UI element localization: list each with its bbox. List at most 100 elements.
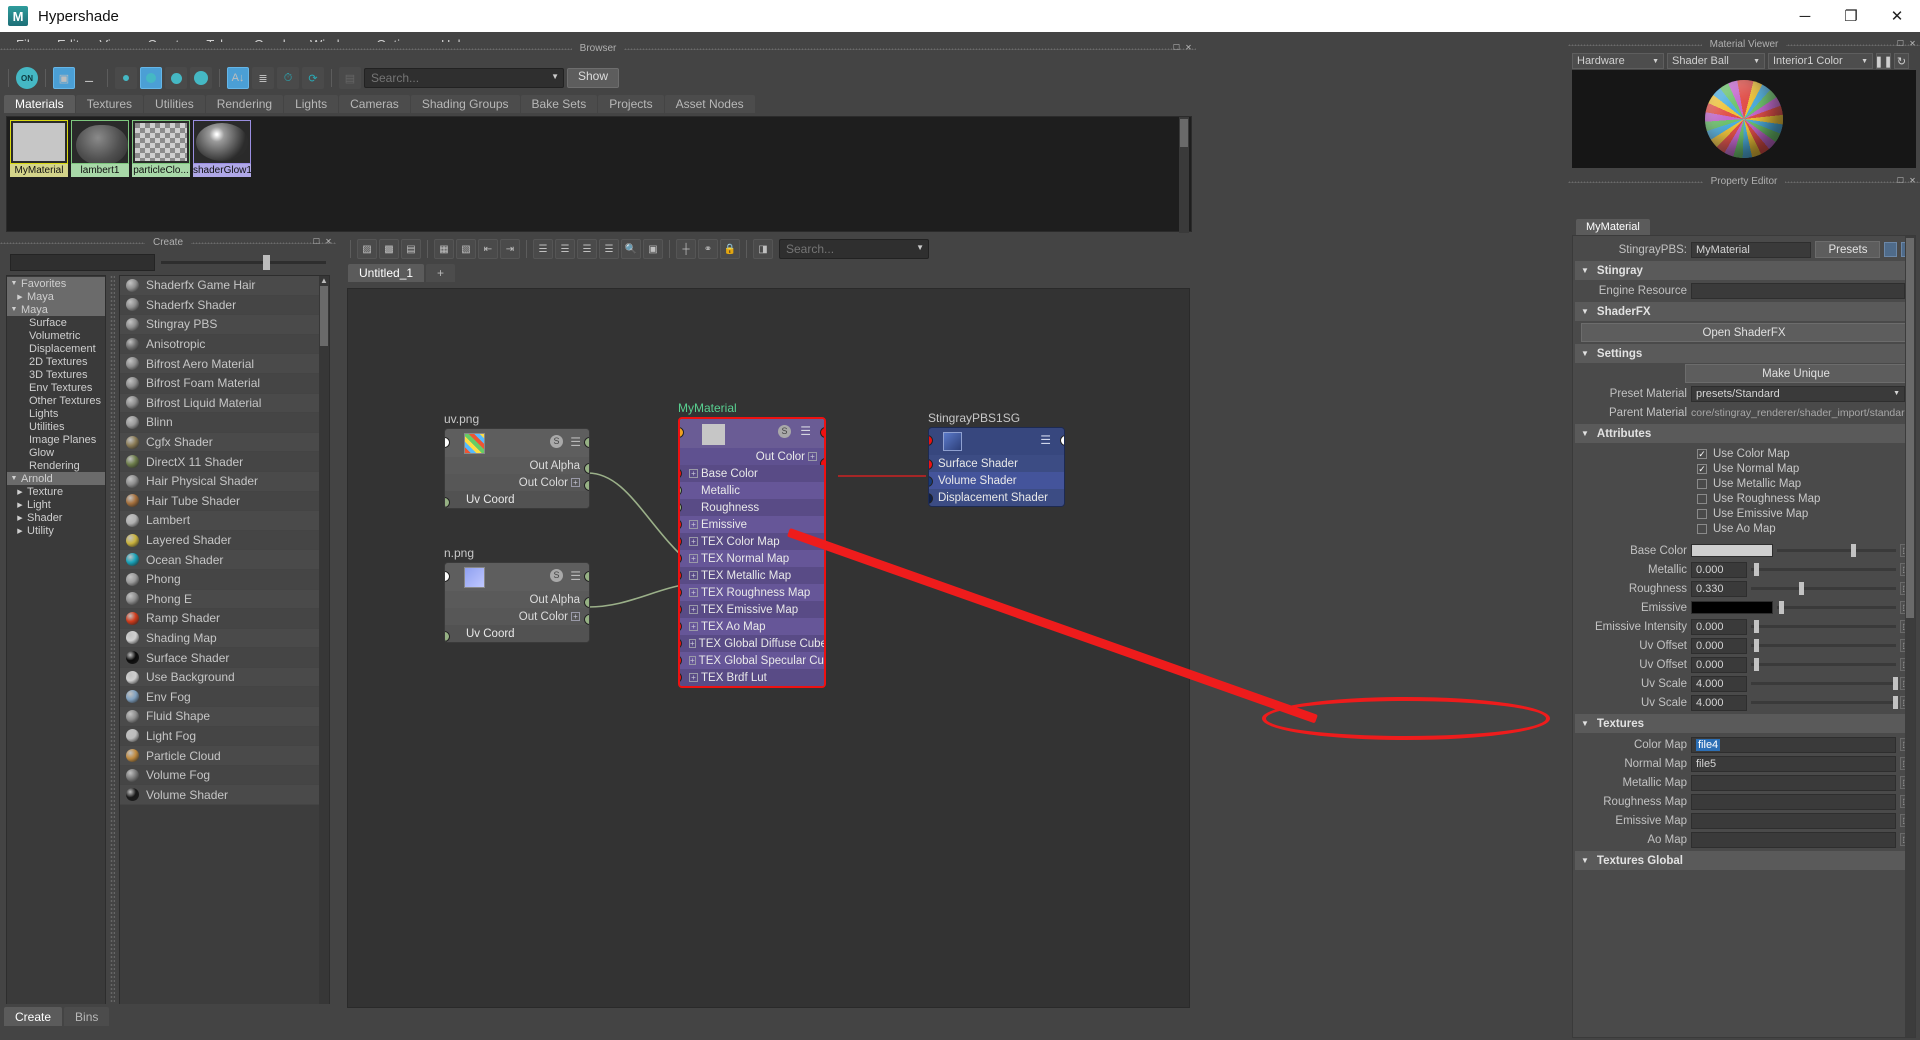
tree-node-displacement[interactable]: Displacement (7, 342, 105, 355)
node-uv-png-body[interactable]: S ☰ Out Alpha Out Color+ Uv Coord (444, 428, 590, 509)
environment-dropdown[interactable]: Interior1 Color▼ (1768, 53, 1873, 69)
browser-tab-shading-groups[interactable]: Shading Groups (411, 95, 520, 113)
create-item[interactable]: Use Background (120, 668, 329, 688)
rearrange-graph-icon[interactable]: ▦ (434, 239, 454, 259)
port-metallic[interactable] (678, 485, 682, 496)
both-connections-icon[interactable]: ▤ (401, 239, 421, 259)
mymaterial-row-tex-normal-map[interactable]: +TEX Normal Map (680, 550, 824, 567)
port-tex-normal-map[interactable] (678, 553, 682, 564)
port-tex-global-specular-cube[interactable] (678, 655, 682, 666)
checkbox-use-normal-map[interactable]: ✓ (1697, 464, 1707, 474)
checkbox-use-ao-map[interactable] (1697, 524, 1707, 534)
sg-row-displacement-shader[interactable]: Displacement Shader (929, 489, 1064, 506)
frame-all-icon[interactable]: ▣ (643, 239, 663, 259)
uv-out-alpha-port[interactable] (584, 463, 590, 474)
mymaterial-row-tex-global-diffuse-cube[interactable]: +TEX Global Diffuse Cube (680, 635, 824, 652)
fit-icon[interactable]: ▤ (339, 67, 361, 89)
create-item[interactable]: Blinn (120, 413, 329, 433)
section-attributes[interactable]: ▼ Attributes (1575, 424, 1913, 443)
checkbox-row[interactable]: Use Metallic Map (1573, 476, 1915, 491)
search-dropdown-icon[interactable]: ▼ (551, 72, 559, 81)
uv-input-port[interactable] (444, 437, 450, 448)
create-footer-tab-bins[interactable]: Bins (64, 1007, 109, 1026)
uv-row-out-alpha[interactable]: Out Alpha (445, 457, 589, 474)
tree-node-texture[interactable]: ▶Texture (7, 485, 105, 498)
tree-node-rendering[interactable]: Rendering (7, 459, 105, 472)
lock-icon[interactable]: 🔒 (720, 239, 740, 259)
uv-menu-icon[interactable]: ☰ (570, 435, 581, 449)
engine-resource-field[interactable] (1691, 283, 1905, 299)
sort-list-icon[interactable]: ≣ (252, 67, 274, 89)
pe-undock-icon[interactable]: ☐ (1896, 176, 1905, 185)
create-undock-icon[interactable]: ☐ (312, 237, 321, 246)
material-swatch[interactable]: shaderGlow1 (193, 120, 251, 178)
maximize-button[interactable]: ❐ (1828, 0, 1874, 32)
sort-time-icon[interactable]: ⏱ (277, 67, 299, 89)
checkbox-row[interactable]: ✓Use Normal Map (1573, 461, 1915, 476)
browser-tab-cameras[interactable]: Cameras (339, 95, 410, 113)
chevron-down-icon[interactable]: ▼ (9, 306, 19, 313)
create-item[interactable]: DirectX 11 Shader (120, 452, 329, 472)
n-menu-icon[interactable]: ☰ (570, 569, 581, 583)
checkbox-row[interactable]: ✓Use Color Map (1573, 446, 1915, 461)
node-n-png[interactable]: n.png S ☰ Out Alpha Out Color+ Uv Coord (444, 546, 590, 643)
swatch-size-small-icon[interactable]: ⚊ (78, 67, 100, 89)
tree-node-shader[interactable]: ▶Shader (7, 511, 105, 524)
checkbox-row[interactable]: Use Emissive Map (1573, 506, 1915, 521)
material-swatch[interactable]: lambert1 (71, 120, 129, 178)
browser-close-icon[interactable]: ✕ (1184, 43, 1193, 52)
checkbox-use-emissive-map[interactable] (1697, 509, 1707, 519)
node-mymaterial-body[interactable]: S ☰ Out Color+ +Base ColorMetallicRoughn… (678, 417, 826, 688)
tree-node-image-planes[interactable]: Image Planes (7, 433, 105, 446)
port-tex-global-diffuse-cube[interactable] (678, 638, 682, 649)
sg-menu-icon[interactable]: ☰ (1040, 433, 1051, 447)
expand-attr-icon[interactable]: + (689, 554, 698, 563)
node-n-png-body[interactable]: S ☰ Out Alpha Out Color+ Uv Coord (444, 562, 590, 643)
mymaterial-row-tex-roughness-map[interactable]: +TEX Roughness Map (680, 584, 824, 601)
detail-view-icon[interactable]: ☰ (599, 239, 619, 259)
create-item[interactable]: Phong (120, 570, 329, 590)
show-swatches-icon[interactable]: ▣ (53, 67, 75, 89)
add-tab-button[interactable]: + (426, 264, 455, 282)
close-button[interactable]: ✕ (1874, 0, 1920, 32)
section-textures-global[interactable]: ▼ Textures Global (1575, 851, 1913, 870)
node-sg-body[interactable]: ☰ Surface Shader Volume Shader Displacem… (928, 427, 1065, 507)
expand-attr-icon[interactable]: + (689, 656, 696, 665)
chevron-right-icon[interactable]: ▶ (15, 293, 25, 301)
port-tex-roughness-map[interactable] (678, 587, 682, 598)
node-uv-png[interactable]: uv.png S ☰ Out Alpha Out Color+ Uv Coor (444, 412, 590, 509)
create-item[interactable]: Shaderfx Game Hair (120, 276, 329, 296)
attribute-value-field[interactable]: 0.000 (1691, 562, 1747, 578)
create-filter-input[interactable] (10, 254, 155, 271)
port-emissive[interactable] (678, 519, 682, 530)
port-roughness[interactable] (678, 502, 682, 513)
n-out-color-port[interactable] (584, 614, 590, 625)
tree-node-3d-textures[interactable]: 3D Textures (7, 368, 105, 381)
attribute-slider[interactable] (1777, 549, 1896, 552)
node-search-dropdown-icon[interactable]: ▼ (916, 243, 924, 252)
node-mymaterial[interactable]: MyMaterial S ☰ Out Color+ +Base ColorMet… (678, 401, 826, 688)
preset-material-field[interactable]: presets/Standard ▼ (1691, 386, 1905, 402)
create-splitter[interactable] (110, 275, 115, 1013)
attribute-slider[interactable] (1751, 663, 1896, 666)
texture-value-field[interactable] (1691, 813, 1896, 829)
browser-undock-icon[interactable]: ☐ (1172, 43, 1181, 52)
create-item[interactable]: Bifrost Aero Material (120, 354, 329, 374)
clear-graph-icon[interactable]: ⇥ (500, 239, 520, 259)
zoom-icon[interactable]: 🔍 (621, 239, 641, 259)
tree-node-other-textures[interactable]: Other Textures (7, 394, 105, 407)
browser-tab-lights[interactable]: Lights (284, 95, 338, 113)
create-item[interactable]: Volume Shader (120, 785, 329, 805)
remove-selected-icon[interactable]: ⇤ (478, 239, 498, 259)
n-row-uv-coord[interactable]: Uv Coord (445, 625, 589, 642)
create-item[interactable]: Shaderfx Shader (120, 296, 329, 316)
input-connections-icon[interactable]: ▨ (357, 239, 377, 259)
create-item[interactable]: Volume Fog (120, 766, 329, 786)
chevron-down-icon[interactable]: ▼ (9, 475, 19, 482)
mymaterial-menu-icon[interactable]: ☰ (800, 424, 811, 438)
sort-alpha-icon[interactable]: A↓ (227, 67, 249, 89)
mymaterial-row-tex-global-specular-cube[interactable]: +TEX Global Specular Cube (680, 652, 824, 669)
expand-attr-icon[interactable]: + (689, 537, 698, 546)
attribute-slider[interactable] (1751, 701, 1896, 704)
sg-row-surface-shader[interactable]: Surface Shader (929, 455, 1064, 472)
